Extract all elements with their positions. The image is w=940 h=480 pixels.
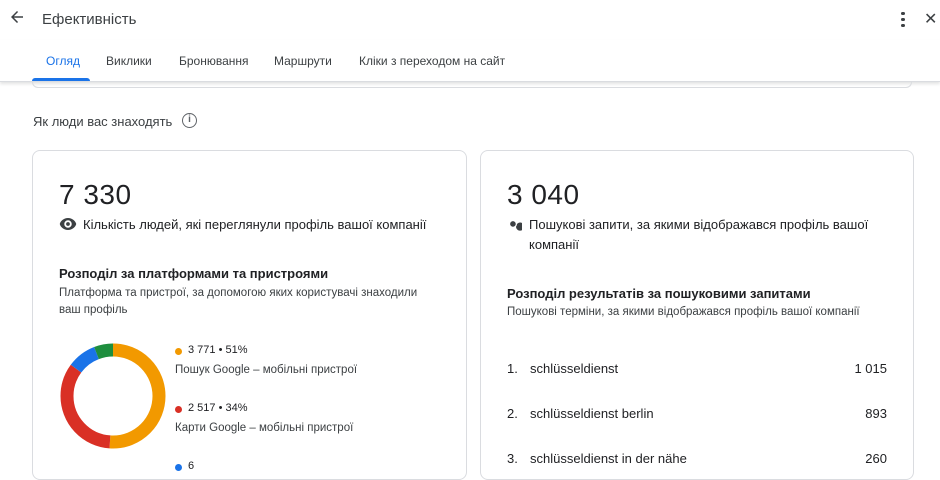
page-title: Ефективність: [42, 11, 137, 28]
legend-value-maps-mobile: 2 517 • 34%: [188, 402, 248, 414]
searches-label: Пошукові запити, за якими відображався п…: [529, 217, 869, 252]
section-title: Як люди вас знаходять: [33, 114, 173, 129]
legend-dot-third: [175, 464, 182, 471]
tab-bookings[interactable]: Бронювання: [179, 54, 249, 68]
close-icon[interactable]: ✕: [924, 9, 937, 29]
legend-dot-maps-mobile: [175, 406, 182, 413]
profile-views-label: Кількість людей, які переглянули профіль…: [83, 217, 427, 232]
search-term-count: 893: [865, 406, 887, 421]
search-term-text: schlüsseldienst: [530, 361, 619, 376]
legend-label-maps-mobile: Карти Google – мобільні пристрої: [175, 422, 354, 434]
legend-value-third: 6: [188, 460, 195, 472]
more-vert-icon[interactable]: [896, 9, 910, 31]
platform-donut-chart: [60, 343, 166, 449]
tab-directions[interactable]: Маршрути: [274, 54, 332, 68]
legend-label-search-mobile: Пошук Google – мобільні пристрої: [175, 364, 358, 376]
tab-overview[interactable]: Огляд: [46, 54, 80, 68]
search-breakdown-title: Розподіл результатів за пошуковими запит…: [507, 286, 811, 301]
profile-views-value: 7 330: [59, 179, 132, 210]
legend-value-search-mobile: 3 771 • 51%: [188, 344, 248, 356]
search-term-count: 1 015: [854, 361, 887, 376]
info-icon[interactable]: i: [182, 113, 197, 128]
search-term-count: 260: [865, 451, 887, 466]
active-tab-indicator: [32, 78, 90, 81]
back-arrow-icon[interactable]: [8, 8, 28, 30]
tab-website-clicks[interactable]: Кліки з переходом на сайт: [359, 54, 505, 68]
search-term-text: schlüsseldienst berlin: [530, 406, 654, 421]
search-icon: [507, 218, 525, 238]
tab-calls[interactable]: Виклики: [106, 54, 152, 68]
top-app-bar: Ефективність ✕: [0, 0, 940, 40]
legend-dot-search-mobile: [175, 348, 182, 355]
platform-breakdown-desc: Платформа та пристрої, за допомогою яких…: [59, 287, 418, 316]
search-breakdown-desc: Пошукові терміни, за якими відображався …: [507, 306, 860, 318]
platform-breakdown-title: Розподіл за платформами та пристроями: [59, 266, 329, 281]
tab-bar: Огляд Виклики Бронювання Маршрути Кліки …: [0, 40, 940, 82]
search-term-text: schlüsseldienst in der nähe: [530, 451, 687, 466]
search-term-rank: 1.: [507, 361, 518, 376]
search-term-rank: 3.: [507, 451, 518, 466]
profile-views-card: 7 330 Кількість людей, які переглянули п…: [32, 150, 467, 480]
eye-icon: [59, 217, 77, 236]
searches-value: 3 040: [507, 179, 580, 210]
searches-card: 3 040 Пошукові запити, за якими відображ…: [480, 150, 914, 480]
card-bottom-edge: [32, 82, 912, 88]
search-term-rank: 2.: [507, 406, 518, 421]
